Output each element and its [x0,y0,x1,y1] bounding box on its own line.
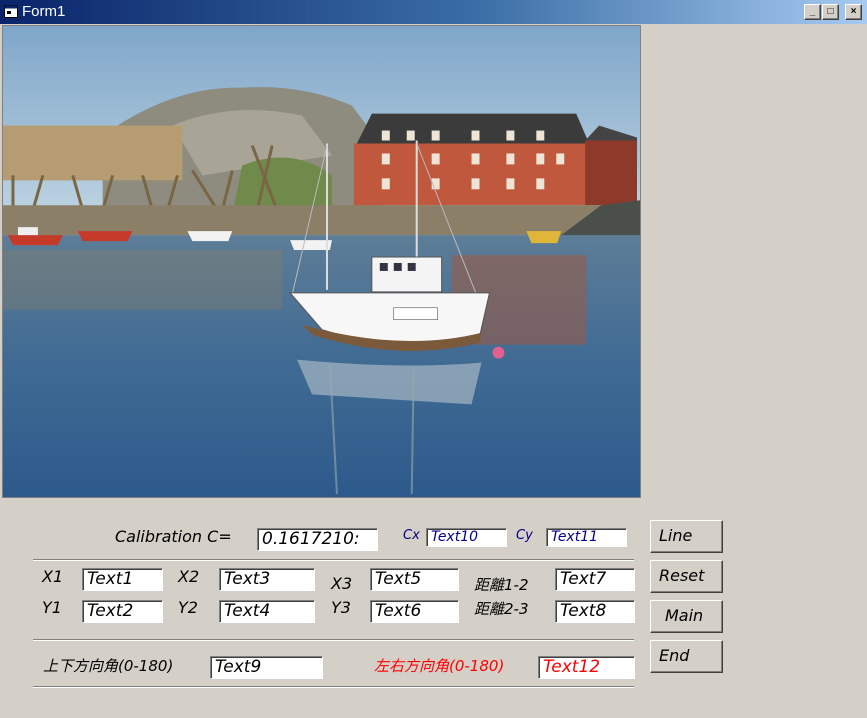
x2-field[interactable]: Text3 [219,568,315,591]
horizontal-angle-field[interactable]: Text12 [538,656,635,679]
x3-field[interactable]: Text5 [370,568,459,591]
cx-label: Cx [403,528,420,543]
vertical-angle-field[interactable]: Text9 [210,656,323,679]
line-button[interactable]: Line [650,520,723,553]
main-button[interactable]: Main [650,600,723,633]
cx-field[interactable]: Text10 [426,528,507,547]
minimize-button[interactable]: _ [804,4,821,20]
title-bar[interactable]: Form1 _ □ × [0,0,867,24]
y3-label: Y3 [331,598,351,617]
distance-1-2-label: 距離1-2 [474,576,529,594]
y2-label: Y2 [178,598,198,617]
distance-2-3-field[interactable]: Text8 [555,600,635,623]
distance-1-2-field[interactable]: Text7 [555,568,635,591]
harbor-photo[interactable] [2,25,641,498]
vertical-angle-label: 上下方向角(0-180) [43,657,174,675]
calibration-label: Calibration C= [115,527,232,546]
x3-label: X3 [331,574,353,593]
x1-field[interactable]: Text1 [82,568,163,591]
x1-label: X1 [42,567,64,586]
y1-field[interactable]: Text2 [82,600,163,623]
separator-middle [33,639,634,641]
horizontal-angle-label: 左右方向角(0-180) [374,657,505,675]
separator-bottom [33,686,634,688]
y3-field[interactable]: Text6 [370,600,459,623]
distance-2-3-label: 距離2-3 [474,600,529,618]
separator-top [33,559,634,561]
reset-button[interactable]: Reset [650,560,723,593]
end-button[interactable]: End [650,640,723,673]
y1-label: Y1 [42,598,62,617]
x2-label: X2 [178,567,200,586]
cy-label: Cy [516,528,533,543]
cy-field[interactable]: Text11 [546,528,627,547]
form-icon [4,5,18,18]
window-title: Form1 [22,3,66,20]
y2-field[interactable]: Text4 [219,600,315,623]
calibration-field[interactable]: 0.1617210: [257,528,378,551]
close-button[interactable]: × [845,4,862,20]
maximize-button[interactable]: □ [822,4,839,20]
